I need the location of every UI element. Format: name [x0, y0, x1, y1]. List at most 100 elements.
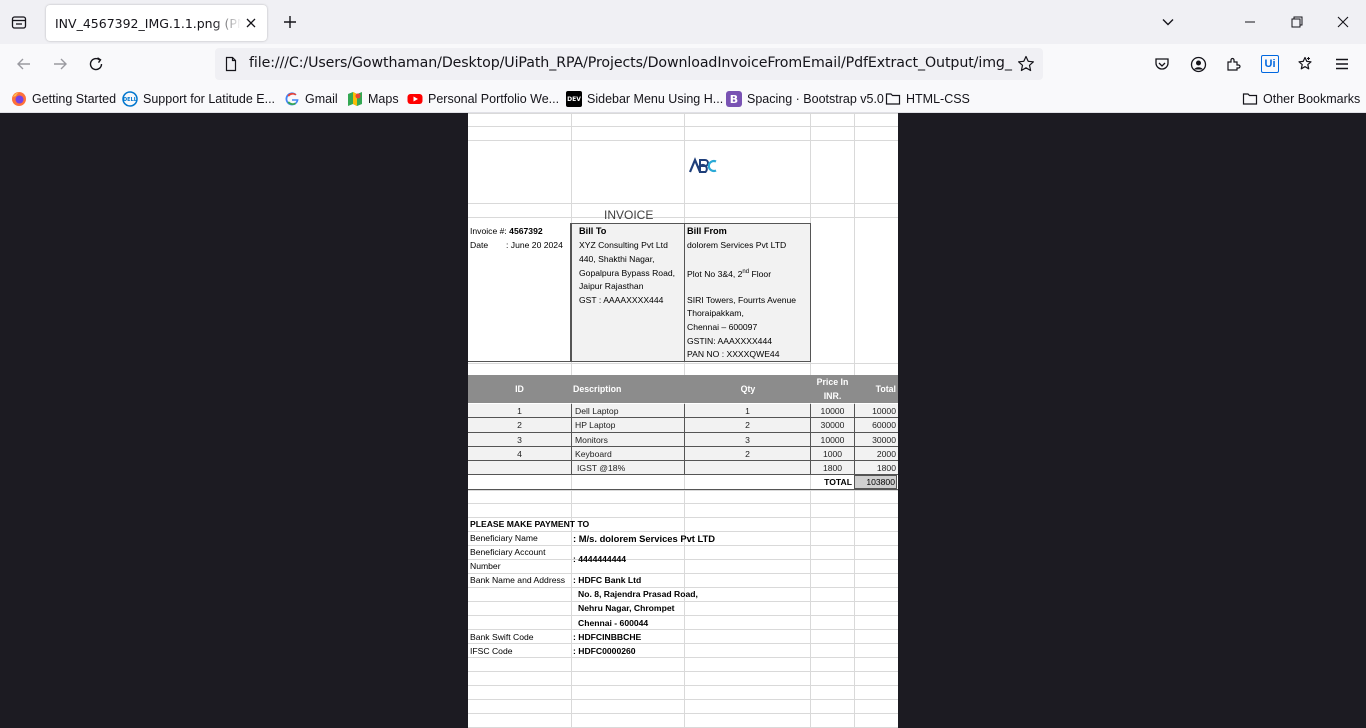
abc-logo: [688, 157, 718, 175]
grid-row-line: [468, 217, 898, 218]
grid-row-line: [468, 713, 898, 714]
dell-icon: DELL: [122, 91, 138, 107]
folder-icon: [885, 91, 901, 107]
bill-to-gst: GST : AAAAXXXX444: [579, 295, 664, 305]
bill-from-gstin: GSTIN: AAAXXXX444: [687, 336, 773, 346]
beneficiary-name: : M/s. dolorem Services Pvt LTD: [573, 533, 716, 544]
ifsc-code: : HDFC0000260: [573, 646, 636, 656]
bookmark-bootstrap-spacing[interactable]: B Spacing · Bootstrap v5.0: [726, 89, 884, 109]
back-icon[interactable]: [12, 52, 36, 76]
bill-from-pan: PAN NO : XXXXQWE44: [687, 349, 780, 359]
image-viewer: INVOICE Invoice #: 4567392 Date : June 2…: [0, 113, 1366, 728]
other-bookmarks-folder[interactable]: Other Bookmarks: [1242, 89, 1360, 109]
cell-price: 1000: [822, 448, 843, 459]
bookmark-folder-html-css[interactable]: HTML-CSS: [885, 89, 970, 109]
cell-description: HP Laptop: [575, 420, 616, 431]
bank-address-line: Chennai - 600044: [578, 618, 649, 628]
payment-heading: PLEASE MAKE PAYMENT TO: [470, 519, 590, 529]
bookmark-dell-support[interactable]: DELL Support for Latitude E...: [122, 89, 275, 109]
total-label: TOTAL: [824, 477, 852, 487]
grid-row-line: [468, 503, 898, 504]
bookmark-gmail[interactable]: Gmail: [284, 89, 338, 109]
cell-price: 10000: [820, 434, 845, 445]
bill-from-company: dolorem Services Pvt LTD: [687, 240, 787, 250]
grid-row-line: [468, 559, 898, 560]
bookmark-portfolio[interactable]: Personal Portfolio We...: [407, 89, 559, 109]
youtube-icon: [407, 91, 423, 107]
grid-row-line: [468, 531, 898, 532]
header-qty: Qty: [740, 384, 756, 394]
swift-label: Bank Swift Code: [470, 632, 534, 642]
invoice-number: Invoice #: 4567392: [470, 226, 543, 236]
url-bar[interactable]: file:///C:/Users/Gowthaman/Desktop/UiPat…: [215, 48, 1043, 80]
bookmark-getting-started[interactable]: Getting Started: [11, 89, 116, 109]
bookmark-sidebar-menu[interactable]: DEV Sidebar Menu Using H...: [566, 89, 723, 109]
table-cell-border: [571, 404, 572, 418]
grid-row-line: [468, 615, 898, 616]
pocket-icon[interactable]: [1150, 52, 1174, 76]
maps-icon: [347, 91, 363, 107]
cell-description: IGST @18%: [577, 463, 626, 474]
grid-row-line: [468, 113, 898, 114]
grid-row-line: [468, 573, 898, 574]
close-tab-icon[interactable]: [243, 15, 259, 31]
header-price-line1: Price In: [816, 377, 849, 387]
swift-code: : HDFCINBBCHE: [573, 632, 642, 642]
bill-to-line: Gopalpura Bypass Road,: [579, 268, 676, 278]
cell-id: 4: [517, 448, 522, 459]
uipath-extension-icon[interactable]: Ui: [1258, 52, 1282, 76]
reload-icon[interactable]: [84, 52, 108, 76]
extensions-icon[interactable]: [1222, 52, 1246, 76]
cell-description: Dell Laptop: [575, 406, 619, 416]
restore-icon[interactable]: [1285, 8, 1309, 36]
bootstrap-icon: B: [726, 91, 742, 107]
tab-strip: INV_4567392_IMG.1.1.png (PNG Image: [0, 0, 1366, 44]
cell-total: 10000: [872, 406, 896, 416]
tab-active[interactable]: INV_4567392_IMG.1.1.png (PNG Image: [46, 5, 267, 41]
cell-id: 3: [517, 434, 522, 445]
grid-row-line: [468, 699, 898, 700]
grid-row-line: [468, 490, 898, 491]
forward-icon[interactable]: [48, 52, 72, 76]
bill-to-line: 440, Shakthi Nagar,: [579, 254, 655, 264]
extension-puzzle-icon[interactable]: [1293, 52, 1317, 76]
grid-row-line: [468, 126, 898, 127]
hamburger-menu-icon[interactable]: [1330, 52, 1354, 76]
cell-description: Monitors: [575, 434, 608, 445]
chevron-down-icon[interactable]: [1156, 10, 1180, 34]
tab-list-icon[interactable]: [6, 9, 32, 35]
cell-total: 1800: [876, 463, 896, 474]
table-cell-border: [571, 432, 572, 446]
grid-row-line: [468, 643, 898, 644]
grid-row-line: [468, 671, 898, 672]
bill-to-heading: Bill To: [579, 226, 607, 236]
window-close-icon[interactable]: [1331, 8, 1355, 36]
header-description: Description: [573, 384, 622, 394]
cell-description: Keyboard: [575, 448, 612, 459]
bookmark-star-icon[interactable]: [1017, 55, 1035, 73]
bill-from-line: Chennai – 600097: [687, 322, 758, 332]
table-bottom-line: [468, 489, 898, 490]
cell-total: 2000: [876, 448, 896, 459]
grid-row-line: [468, 587, 898, 588]
bookmark-maps[interactable]: Maps: [347, 89, 399, 109]
table-cell-border: [571, 446, 572, 461]
table-cell-border: [571, 418, 572, 432]
grid-row-line: [468, 657, 898, 658]
invoice-date: : June 20 2024: [506, 240, 563, 250]
cell-price: 30000: [820, 420, 845, 431]
bank-name: : HDFC Bank Ltd: [573, 575, 642, 585]
beneficiary-name-label: Beneficiary Name: [470, 533, 538, 543]
grid-row-line: [468, 685, 898, 686]
bill-from-line: Thoraipakkam,: [687, 308, 744, 318]
ifsc-label: IFSC Code: [470, 646, 513, 656]
page-icon: [223, 56, 239, 72]
header-total: Total: [875, 384, 896, 394]
minimize-icon[interactable]: [1238, 8, 1262, 36]
account-icon[interactable]: [1186, 52, 1210, 76]
account-label-cont: Number: [470, 561, 501, 571]
new-tab-icon[interactable]: [278, 10, 302, 34]
cell-price: 1800: [822, 463, 843, 474]
grid-row-line: [468, 203, 898, 204]
url-text[interactable]: file:///C:/Users/Gowthaman/Desktop/UiPat…: [249, 55, 1013, 71]
